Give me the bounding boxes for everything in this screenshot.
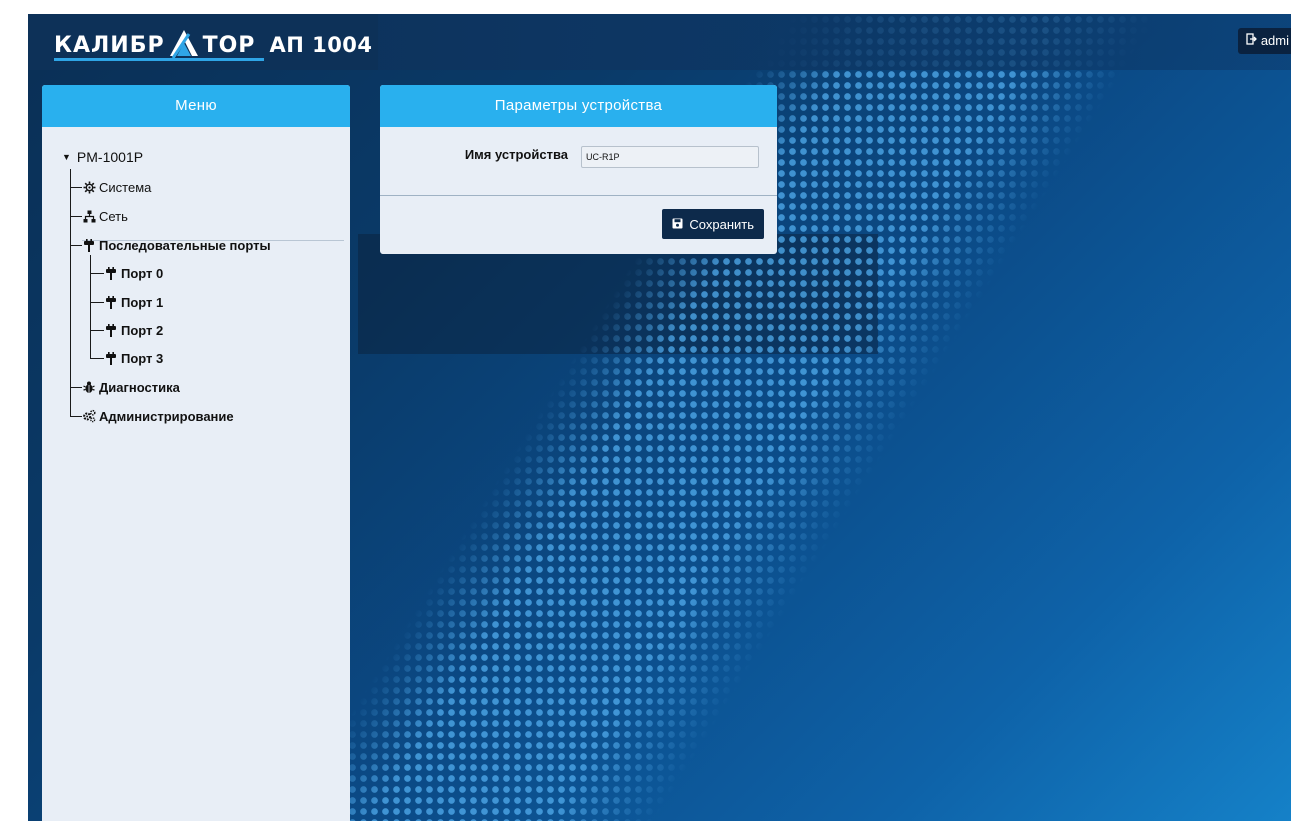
tree-connector <box>70 245 82 246</box>
menu-item-network[interactable]: Сеть <box>82 206 128 226</box>
menu-item-label: Последовательные порты <box>99 237 271 253</box>
logo-brand-part1: КАЛИБР <box>54 32 165 58</box>
tree-connector <box>70 387 82 388</box>
device-params-panel: Параметры устройства Имя устройства Сохр… <box>380 85 777 254</box>
menu-item-port-0[interactable]: Порт 0 <box>104 263 163 283</box>
plug-icon <box>104 351 118 365</box>
logout-icon <box>1246 28 1257 54</box>
menu-item-label: Порт 3 <box>121 350 164 366</box>
user-name: admi <box>1260 33 1289 48</box>
menu-panel: Меню ▼ PM-1001P Система Сеть Последовате… <box>42 85 350 821</box>
tree-connector <box>90 302 104 303</box>
cogs-icon <box>82 409 96 423</box>
plug-icon <box>104 266 118 280</box>
network-icon <box>82 209 96 223</box>
tree-connector <box>70 169 71 416</box>
tree-connector <box>90 358 104 359</box>
user-logout-button[interactable]: admi <box>1237 28 1291 54</box>
bug-icon <box>82 380 96 394</box>
logo-a-mark-icon <box>167 28 201 62</box>
menu-item-label: Порт 2 <box>121 322 164 338</box>
menu-item-port-1[interactable]: Порт 1 <box>104 292 163 312</box>
tree-connector <box>90 330 104 331</box>
app-window: КАЛИБР ТОР АП 1004 admi Меню ▼ PM-1001P … <box>28 14 1291 821</box>
tree-root-device[interactable]: ▼ PM-1001P <box>62 149 143 165</box>
device-params-title: Параметры устройства <box>380 85 777 127</box>
tree-connector <box>70 187 82 188</box>
menu-title: Меню <box>42 85 350 127</box>
caret-down-icon[interactable]: ▼ <box>62 152 71 162</box>
menu-item-label: Диагностика <box>99 379 180 395</box>
menu-item-label: Порт 0 <box>121 265 164 281</box>
menu-item-system[interactable]: Система <box>82 177 151 197</box>
plug-icon <box>104 323 118 337</box>
save-button[interactable]: Сохранить <box>662 209 764 239</box>
device-name-label: Имя устройства <box>464 147 568 162</box>
floppy-disk-icon <box>672 217 683 232</box>
tree-connector <box>70 216 82 217</box>
menu-item-port-2[interactable]: Порт 2 <box>104 320 163 340</box>
gear-icon <box>82 180 96 194</box>
device-model: АП 1004 <box>269 33 373 57</box>
save-button-label: Сохранить <box>689 216 754 232</box>
menu-item-label: Сеть <box>99 208 128 224</box>
plug-icon <box>82 238 96 252</box>
menu-item-label: Порт 1 <box>121 294 164 310</box>
logo: КАЛИБР ТОР АП 1004 <box>54 28 373 62</box>
menu-item-administration[interactable]: Администрирование <box>82 406 234 426</box>
top-header: КАЛИБР ТОР АП 1004 admi <box>28 14 1291 70</box>
menu-item-port-3[interactable]: Порт 3 <box>104 348 163 368</box>
device-name-row: Имя устройства <box>380 127 777 196</box>
tree-connector <box>90 255 91 358</box>
tree-connector <box>90 273 104 274</box>
menu-item-diagnostics[interactable]: Диагностика <box>82 377 180 397</box>
menu-item-serial-ports[interactable]: Последовательные порты <box>82 235 271 255</box>
menu-tree: ▼ PM-1001P Система Сеть Последовательные… <box>42 127 350 424</box>
tree-connector <box>70 416 82 417</box>
device-name-input[interactable] <box>581 146 759 168</box>
logo-underline <box>54 58 264 61</box>
plug-icon <box>104 295 118 309</box>
tree-root-label: PM-1001P <box>76 149 144 165</box>
menu-item-label: Администрирование <box>99 408 234 424</box>
menu-item-label: Система <box>99 179 152 195</box>
logo-brand-part2: ТОР <box>202 32 256 58</box>
